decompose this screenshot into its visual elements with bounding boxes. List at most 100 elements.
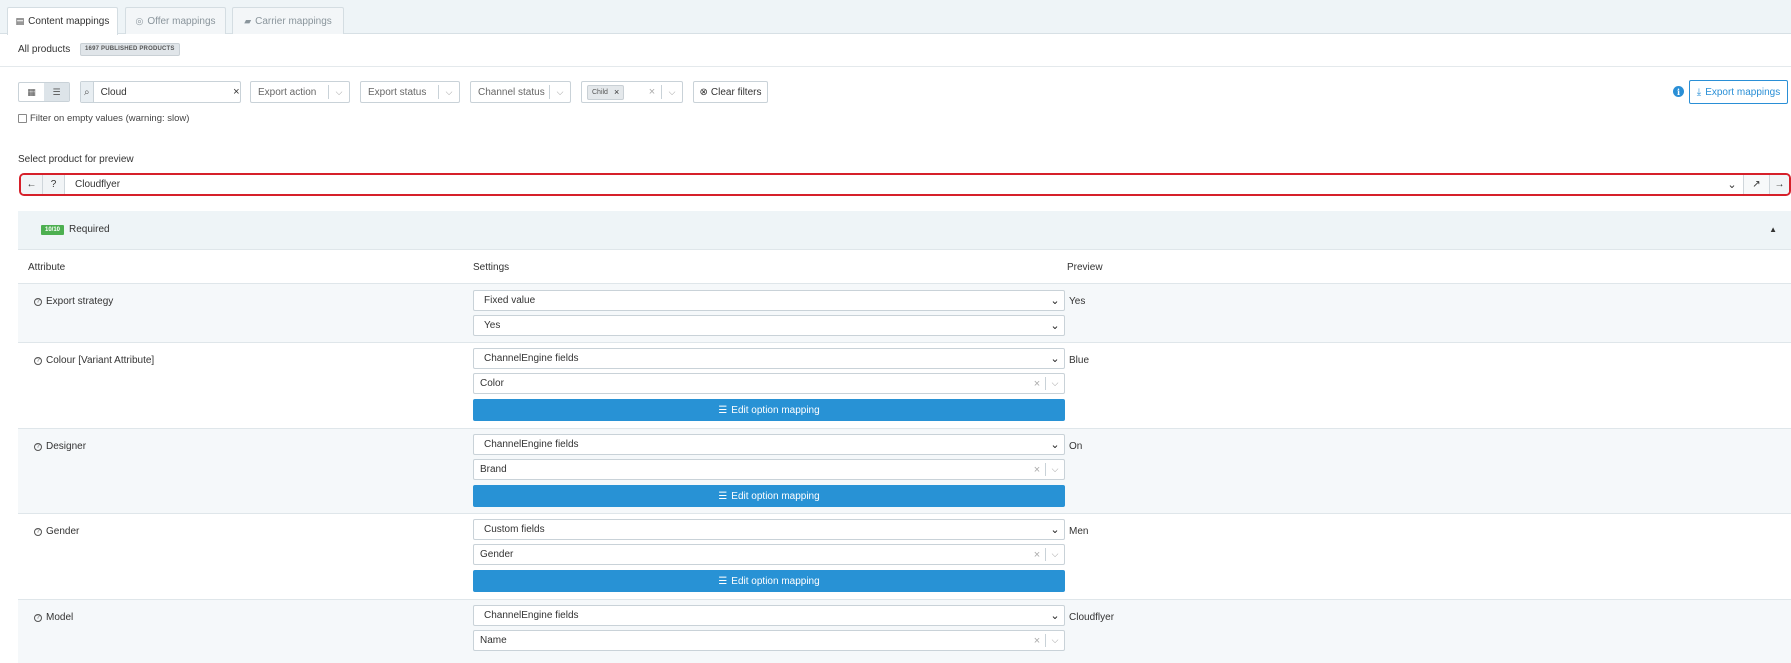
export-action-select[interactable]: Export action ⌵ bbox=[250, 81, 350, 103]
field-select[interactable]: Name × ⌵ bbox=[473, 630, 1065, 651]
table-row: ? Designer ChannelEngine fields ⌄ Brand … bbox=[18, 429, 1791, 514]
help-circle-icon[interactable]: ? bbox=[34, 442, 42, 451]
search-box: ⌕ × bbox=[80, 81, 241, 103]
previous-product-button[interactable]: ← bbox=[21, 175, 43, 194]
next-product-button[interactable]: → bbox=[1769, 175, 1789, 194]
tab-offer-mappings[interactable]: ◎ Offer mappings bbox=[125, 7, 226, 34]
select-value: ChannelEngine fields bbox=[484, 610, 579, 621]
clear-select-icon[interactable]: × bbox=[1029, 464, 1045, 476]
attribute-label: Colour [Variant Attribute] bbox=[46, 355, 155, 366]
clear-select-icon[interactable]: × bbox=[1029, 635, 1045, 647]
value-select[interactable]: Yes ⌄ bbox=[473, 315, 1065, 336]
attribute-name: ? Colour [Variant Attribute] bbox=[34, 355, 154, 366]
empty-values-checkbox[interactable] bbox=[18, 114, 27, 123]
button-label: Edit option mapping bbox=[731, 404, 820, 416]
empty-values-filter: Filter on empty values (warning: slow) bbox=[18, 113, 189, 124]
chevron-down-icon: ⌄ bbox=[1050, 439, 1060, 451]
chevron-down-icon: ⌵ bbox=[1051, 378, 1059, 388]
select-value: ChannelEngine fields bbox=[484, 439, 579, 450]
preview-value: On bbox=[1069, 441, 1083, 452]
chevron-down-icon: ⌄ bbox=[1050, 353, 1060, 365]
export-status-select[interactable]: Export status ⌵ bbox=[360, 81, 460, 103]
clear-select-icon[interactable]: × bbox=[1029, 549, 1045, 561]
remove-chip-icon[interactable]: × bbox=[614, 87, 619, 97]
tab-label: Offer mappings bbox=[147, 15, 216, 27]
tab-bar: ▤ Content mappings ◎ Offer mappings ▰ Ca… bbox=[0, 0, 1791, 35]
table-row: ? Model ChannelEngine fields ⌄ Name × ⌵ … bbox=[18, 600, 1791, 663]
preview-value: Cloudflyer bbox=[1069, 612, 1115, 623]
truck-icon: ▰ bbox=[244, 15, 252, 26]
preview-value: Yes bbox=[1069, 296, 1086, 307]
info-icon[interactable]: i bbox=[1673, 86, 1684, 97]
table-row: ? Export strategy Fixed value ⌄ Yes ⌄ Ye… bbox=[18, 284, 1791, 343]
select-value: Gender bbox=[480, 549, 514, 560]
tab-carrier-mappings[interactable]: ▰ Carrier mappings bbox=[232, 7, 344, 34]
external-link-icon[interactable]: ↗ bbox=[1743, 175, 1769, 194]
edit-option-mapping-button[interactable]: ☰ Edit option mapping bbox=[473, 485, 1065, 507]
grid-view-icon[interactable]: ▦ bbox=[19, 83, 44, 101]
channel-status-select[interactable]: Channel status ⌵ bbox=[470, 81, 571, 103]
clear-select-icon[interactable]: × bbox=[1029, 378, 1045, 390]
clear-select-icon[interactable]: × bbox=[643, 86, 661, 98]
edit-option-mapping-button[interactable]: ☰ Edit option mapping bbox=[473, 399, 1065, 421]
chevron-down-icon: ⌵ bbox=[1051, 549, 1059, 559]
help-circle-icon[interactable]: ? bbox=[34, 527, 42, 536]
id-card-icon: ▤ bbox=[15, 16, 25, 26]
chevron-down-icon: ⌄ bbox=[1050, 524, 1060, 536]
chevron-down-icon: ⌵ bbox=[445, 86, 453, 97]
table-row: ? Colour [Variant Attribute] ChannelEngi… bbox=[18, 343, 1791, 429]
help-circle-icon[interactable]: ? bbox=[34, 297, 42, 306]
help-circle-icon[interactable]: ? bbox=[34, 356, 42, 365]
select-label: Export status bbox=[368, 86, 427, 98]
source-select[interactable]: ChannelEngine fields ⌄ bbox=[473, 348, 1065, 369]
preview-product-value[interactable]: Cloudflyer bbox=[65, 175, 1721, 194]
list-icon: ☰ bbox=[718, 490, 728, 502]
select-value: Brand bbox=[480, 464, 507, 475]
attribute-label: Designer bbox=[46, 441, 87, 452]
search-input[interactable] bbox=[93, 82, 233, 102]
checkbox-label: Filter on empty values (warning: slow) bbox=[30, 113, 190, 124]
export-mappings-button[interactable]: ⤓ Export mappings bbox=[1689, 80, 1788, 104]
clear-filters-button[interactable]: ⊗ Clear filters bbox=[693, 81, 768, 103]
chevron-down-icon: ⌄ bbox=[1050, 320, 1060, 332]
caret-up-icon[interactable]: ▲ bbox=[1769, 225, 1777, 234]
button-label: Edit option mapping bbox=[731, 490, 820, 502]
preview-value: Blue bbox=[1069, 355, 1090, 366]
source-select[interactable]: ChannelEngine fields ⌄ bbox=[473, 605, 1065, 626]
help-circle-icon[interactable]: ? bbox=[43, 175, 65, 194]
required-section-header[interactable]: 10/10 Required ▲ bbox=[18, 211, 1791, 250]
tab-content-mappings[interactable]: ▤ Content mappings bbox=[7, 7, 118, 35]
search-icon: ⌕ bbox=[81, 82, 94, 102]
clear-search-icon[interactable]: × bbox=[233, 82, 240, 102]
list-view-icon[interactable]: ☰ bbox=[44, 83, 69, 101]
help-circle-icon[interactable]: ? bbox=[34, 613, 42, 622]
chevron-down-icon: ⌵ bbox=[1051, 635, 1059, 645]
source-select[interactable]: Custom fields ⌄ bbox=[473, 519, 1065, 540]
list-icon: ☰ bbox=[718, 575, 728, 587]
chevron-down-icon: ⌵ bbox=[335, 86, 343, 97]
preview-value: Men bbox=[1069, 526, 1089, 537]
edit-option-mapping-button[interactable]: ☰ Edit option mapping bbox=[473, 570, 1065, 592]
chevron-down-icon[interactable]: ⌄ bbox=[1721, 175, 1743, 194]
button-label: Export mappings bbox=[1705, 86, 1781, 98]
column-header-attribute: Attribute bbox=[28, 262, 66, 273]
attribute-label: Model bbox=[46, 612, 74, 623]
table-header: Attribute Settings Preview bbox=[18, 250, 1791, 284]
view-toggle: ▦ ☰ bbox=[18, 82, 70, 102]
field-select[interactable]: Gender × ⌵ bbox=[473, 544, 1065, 565]
attribute-name: ? Gender bbox=[34, 526, 79, 537]
field-select[interactable]: Brand × ⌵ bbox=[473, 459, 1065, 480]
preview-select-title: Select product for preview bbox=[18, 154, 134, 165]
source-select[interactable]: Fixed value ⌄ bbox=[473, 290, 1065, 311]
select-value: Name bbox=[480, 635, 507, 646]
type-filter-select[interactable]: Child × × ⌵ bbox=[581, 81, 683, 103]
select-label: Channel status bbox=[478, 86, 545, 98]
download-icon: ⤓ bbox=[1696, 86, 1702, 98]
field-select[interactable]: Color × ⌵ bbox=[473, 373, 1065, 394]
column-header-preview: Preview bbox=[1067, 262, 1103, 273]
subheader: All products 1697 PUBLISHED PRODUCTS bbox=[0, 34, 1791, 67]
select-value: Yes bbox=[484, 320, 501, 331]
source-select[interactable]: ChannelEngine fields ⌄ bbox=[473, 434, 1065, 455]
chip-label: Child bbox=[592, 88, 608, 96]
select-value: Custom fields bbox=[484, 524, 545, 535]
